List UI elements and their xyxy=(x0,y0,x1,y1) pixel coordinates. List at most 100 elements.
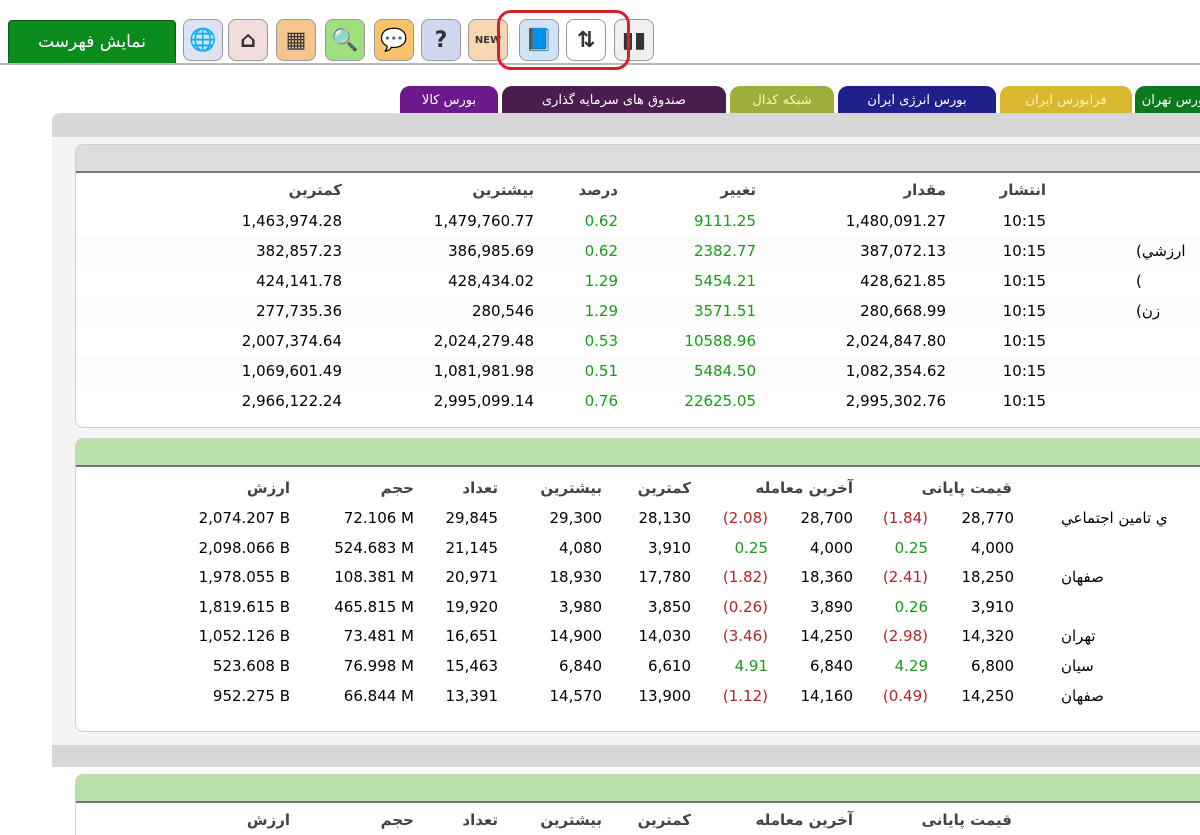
stock-low: 3,850 xyxy=(648,597,691,616)
index-high: 280,546 xyxy=(471,302,534,320)
globe-button[interactable]: 🌐 xyxy=(183,19,223,61)
index-name[interactable] xyxy=(1136,206,1200,236)
stock-close: 6,800 xyxy=(971,657,1014,675)
stock-count: 29,845 xyxy=(445,509,499,527)
stock-last: 3,890 xyxy=(810,597,853,616)
tab-3[interactable]: شبکه کدال xyxy=(730,86,834,114)
stock-count: 13,391 xyxy=(445,686,499,705)
message-button[interactable]: 💬 xyxy=(374,19,414,61)
index-change: 2382.77 xyxy=(693,242,756,260)
stock-volume: 465.815 M xyxy=(334,597,414,616)
stock-volume: 524.683 M xyxy=(334,538,414,557)
stocks2-header-close: قیمت پایانی xyxy=(921,811,1012,829)
stocks2-header-last: آخرین معامله xyxy=(755,811,853,829)
stock-value: 1,819.615 B xyxy=(198,597,290,616)
stocks2-header-volume: حجم xyxy=(380,811,414,829)
index-value: 428,621.85 xyxy=(860,272,946,290)
stock-high: 6,840 xyxy=(559,657,602,675)
stocks-header-count: تعداد xyxy=(462,479,498,497)
stock-low: 6,610 xyxy=(648,657,691,675)
stock-value: 2,074.207 B xyxy=(198,509,290,527)
header-time: انتشار xyxy=(999,181,1046,199)
stock-name[interactable] xyxy=(1061,533,1200,563)
home-icon: ⌂ xyxy=(240,27,256,53)
stock-name[interactable]: ي تامين اجتماعي xyxy=(1061,503,1200,533)
stock-high: 14,570 xyxy=(549,686,603,705)
index-name[interactable] xyxy=(1136,356,1200,386)
stock-row: 3,910 0.26 3,890 (0.26) 3,850 3,980 19,920 465.… xyxy=(76,592,1200,622)
stock-volume: 76.998 M xyxy=(343,657,414,675)
help-button[interactable]: ? xyxy=(421,19,461,61)
index-low: 1,069,601.49 xyxy=(241,362,342,380)
index-row: 10:15 387,072.13 2382.77 0.62 386,985.69 382,… xyxy=(76,236,1200,266)
index-low: 382,857.23 xyxy=(256,242,342,260)
index-value: 280,668.99 xyxy=(860,302,946,320)
stocks-header-close: قیمت پایانی xyxy=(921,479,1012,497)
index-percent: 0.76 xyxy=(584,392,618,410)
stocks-header-high: بیشترین xyxy=(540,479,602,497)
stock-last-chg: (0.26) xyxy=(722,597,768,616)
header-low: کمترین xyxy=(288,181,342,199)
stock-close-chg: (2.98) xyxy=(882,627,928,646)
index-high: 2,024,279.48 xyxy=(433,332,534,350)
stock-close: 4,000 xyxy=(971,538,1014,557)
index-name[interactable] xyxy=(1136,386,1200,416)
home-button[interactable]: ⌂ xyxy=(228,19,268,61)
stock-close: 14,320 xyxy=(961,627,1015,646)
stock-close: 28,770 xyxy=(961,509,1015,527)
stocks-section-2: قیمت پایانی آخرین معامله کمترین بیشترین تعدا… xyxy=(75,774,1200,835)
tab-5[interactable]: بورس کالا xyxy=(400,86,498,114)
tab-2[interactable]: بورس انرژی ایران xyxy=(838,86,996,114)
stock-low: 3,910 xyxy=(648,538,691,557)
index-high: 428,434.02 xyxy=(448,272,534,290)
index-name[interactable]: ارزشي) xyxy=(1136,236,1200,266)
index-time: 10:15 xyxy=(1002,212,1046,230)
search-button[interactable]: 🔍 xyxy=(325,19,365,61)
stock-row: 4,000 0.25 4,000 0.25 3,910 4,080 21,145 524.68… xyxy=(76,533,1200,563)
stock-name[interactable]: صفهان xyxy=(1061,562,1200,592)
tab-1[interactable]: فرابورس ایران xyxy=(1000,86,1132,114)
index-value: 387,072.13 xyxy=(860,242,946,260)
stock-name[interactable]: تهران xyxy=(1061,621,1200,651)
stock-last-chg: 4.91 xyxy=(734,657,768,675)
stock-value: 952.275 B xyxy=(212,686,290,705)
table-button[interactable]: ▦ xyxy=(276,19,316,61)
index-change: 5454.21 xyxy=(693,272,756,290)
index-row: 10:15 1,480,091.27 9111.25 0.62 1,479,760.77… xyxy=(76,206,1200,236)
index-percent: 0.62 xyxy=(584,212,618,230)
stock-low: 14,030 xyxy=(638,627,692,646)
stocks-section: قیمت پایانی آخرین معامله کمترین بیشترین تعدا… xyxy=(75,438,1200,732)
stock-high: 4,080 xyxy=(559,538,602,557)
index-name[interactable]: زن) xyxy=(1136,296,1200,326)
show-list-button[interactable]: نمایش فهرست xyxy=(8,20,176,64)
stock-value: 1,052.126 B xyxy=(198,627,290,646)
stock-count: 21,145 xyxy=(445,538,499,557)
header-high: بیشترین xyxy=(472,181,534,199)
index-time: 10:15 xyxy=(1002,332,1046,350)
stock-close-chg: (0.49) xyxy=(882,686,928,705)
index-low: 424,141.78 xyxy=(256,272,342,290)
stocks-section-header xyxy=(76,439,1200,467)
index-name[interactable]: ) xyxy=(1136,266,1200,296)
stock-name[interactable]: سيان xyxy=(1061,651,1200,681)
stock-volume: 72.106 M xyxy=(343,509,414,527)
tab-4[interactable]: صندوق های سرمایه گذاری xyxy=(502,86,726,114)
stock-high: 14,900 xyxy=(549,627,603,646)
index-value: 2,024,847.80 xyxy=(845,332,946,350)
stock-volume: 73.481 M xyxy=(343,627,414,646)
index-value: 2,995,302.76 xyxy=(845,392,946,410)
stocks-header-volume: حجم xyxy=(380,479,414,497)
stocks-header-last: آخرین معامله xyxy=(755,479,853,497)
index-name[interactable] xyxy=(1136,326,1200,356)
stock-name[interactable]: صفهان xyxy=(1061,681,1200,711)
search-icon: 🔍 xyxy=(331,27,359,53)
index-time: 10:15 xyxy=(1002,392,1046,410)
stocks-header-value: ارزش xyxy=(246,479,290,497)
stocks-section-2-header xyxy=(76,775,1200,803)
index-percent: 1.29 xyxy=(584,302,618,320)
tab-0[interactable]: بورس تهران xyxy=(1135,86,1200,114)
stock-count: 20,971 xyxy=(445,568,499,587)
index-percent: 0.51 xyxy=(584,362,618,380)
stock-name[interactable] xyxy=(1061,592,1200,622)
stock-close-chg: (1.84) xyxy=(882,509,928,527)
